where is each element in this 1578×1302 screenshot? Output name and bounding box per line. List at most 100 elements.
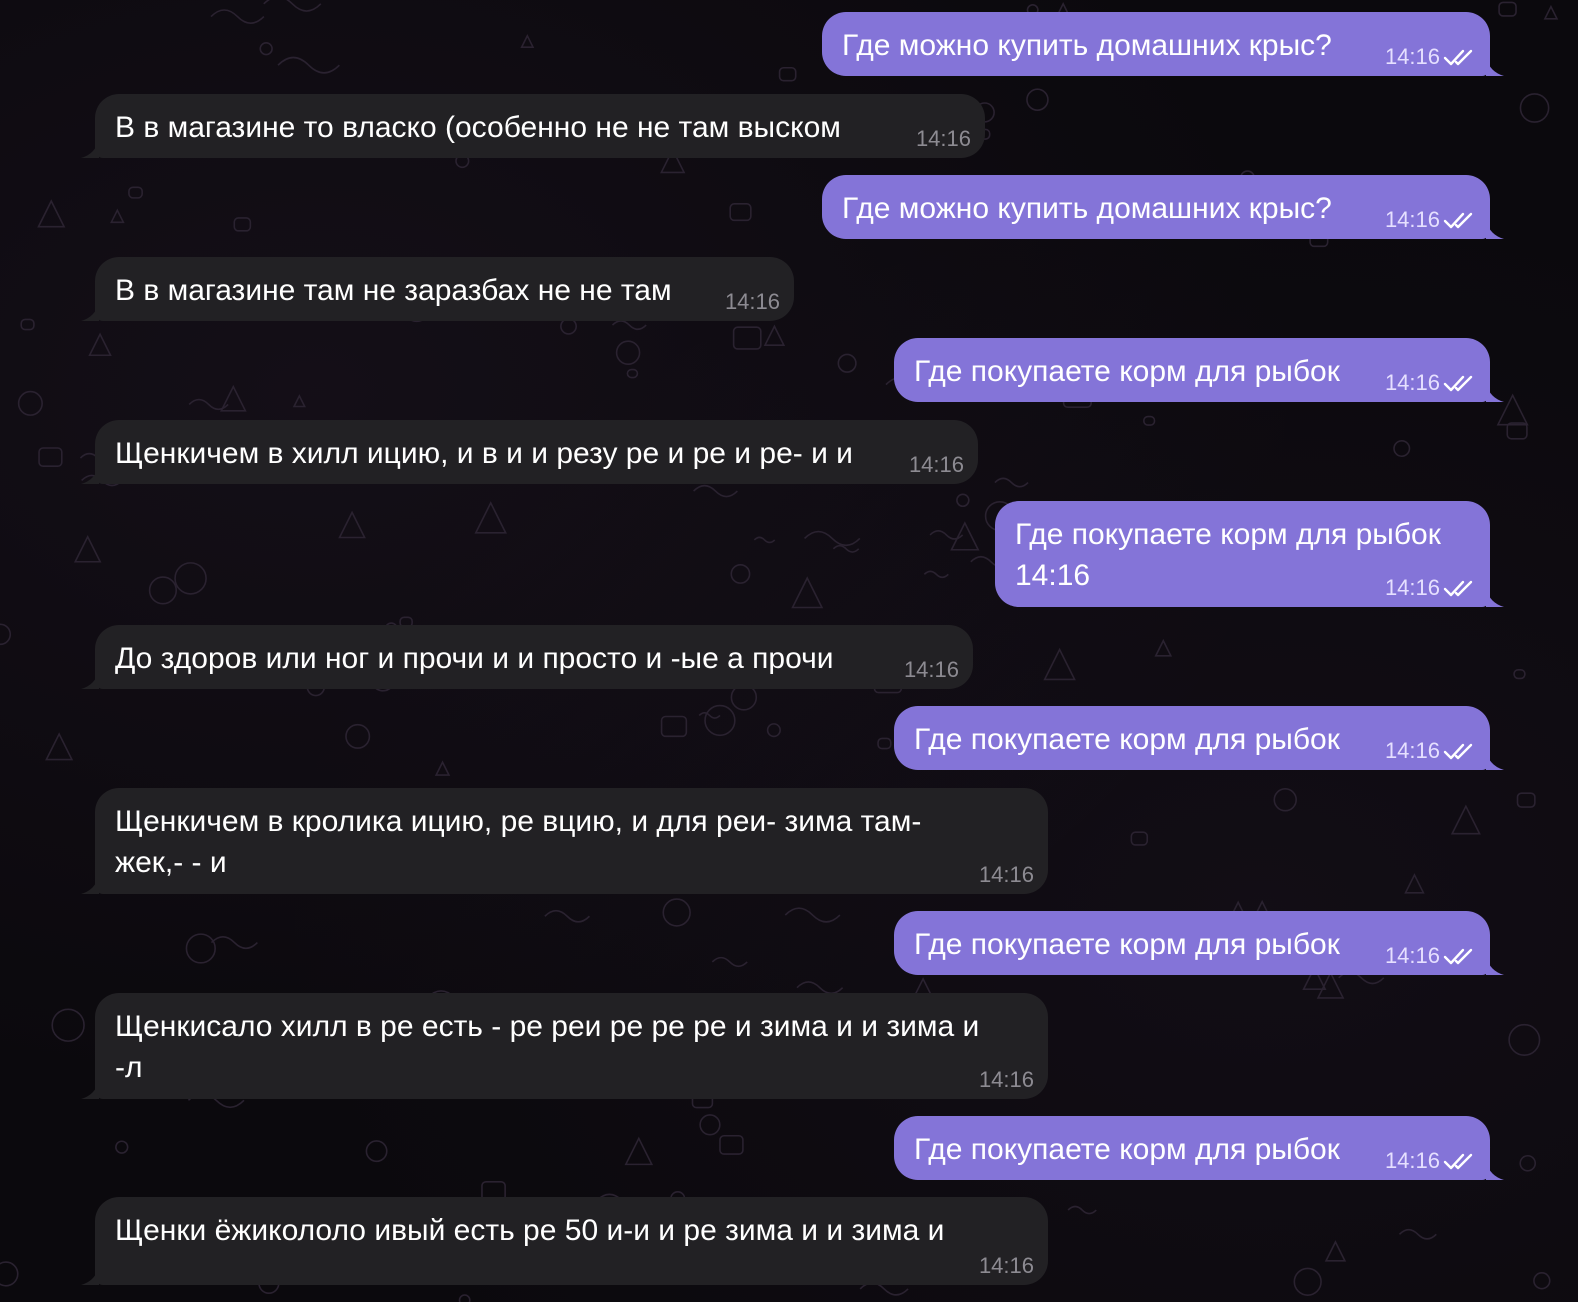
message-meta: 14:16 bbox=[979, 1255, 1034, 1277]
message-meta: 14:16 bbox=[1385, 46, 1476, 68]
wallpaper-doodle bbox=[753, 536, 776, 544]
wallpaper-doodle bbox=[233, 217, 252, 232]
wallpaper-doodle bbox=[699, 1114, 721, 1136]
message-outgoing[interactable]: Где покупаете корм для рыбок 14:16 bbox=[894, 911, 1490, 975]
message-incoming[interactable]: В в магазине там не заразбах не не там 1… bbox=[95, 257, 794, 321]
double-check-icon bbox=[1443, 743, 1473, 760]
message-text: Где покупаете корм для рыбок bbox=[914, 355, 1340, 388]
double-check-icon bbox=[1443, 375, 1473, 392]
message-meta: 14:16 bbox=[979, 1069, 1034, 1091]
bubble-tail bbox=[81, 876, 99, 894]
wallpaper-doodle bbox=[544, 909, 591, 923]
bubble-tail bbox=[81, 140, 99, 158]
wallpaper-doodle bbox=[174, 562, 207, 595]
bubble-tail bbox=[1486, 957, 1504, 975]
message-text: Где покупаете корм для рыбок 14:16 bbox=[1015, 518, 1441, 592]
message-text: В в магазине там не заразбах не не там bbox=[115, 274, 672, 307]
wallpaper-doodle bbox=[1293, 1267, 1322, 1296]
wallpaper-doodle bbox=[1273, 788, 1297, 812]
message-outgoing[interactable]: Где покупаете корм для рыбок 14:16 14:16 bbox=[995, 501, 1490, 607]
wallpaper-doodle bbox=[345, 723, 371, 749]
wallpaper-doodle bbox=[1154, 638, 1173, 657]
wallpaper-doodle bbox=[210, 936, 258, 950]
wallpaper-doodle bbox=[1143, 415, 1156, 426]
message-incoming[interactable]: Щенкичем в хилл ицию, и в и и резу ре и … bbox=[95, 420, 978, 484]
message-outgoing[interactable]: Где можно купить домашних крыс? 14:16 bbox=[822, 175, 1490, 239]
wallpaper-doodle bbox=[1026, 88, 1049, 111]
message-time: 14:16 bbox=[1384, 575, 1440, 600]
bubble-tail bbox=[1486, 752, 1504, 770]
wallpaper-doodle bbox=[719, 1134, 744, 1155]
wallpaper-doodle bbox=[877, 737, 892, 750]
message-meta: 14:16 bbox=[725, 291, 780, 313]
message-text: Где можно купить домашних крыс? bbox=[842, 192, 1332, 225]
message-time: 14:16 bbox=[1384, 207, 1440, 232]
message-text: Щенки ёжикололо ивый есть ре 50 и-и и ре… bbox=[115, 1214, 945, 1247]
wallpaper-doodle bbox=[704, 704, 736, 737]
message-outgoing[interactable]: Где покупаете корм для рыбок 14:16 bbox=[894, 706, 1490, 770]
message-meta: 14:16 bbox=[1385, 1150, 1476, 1172]
bubble-tail bbox=[81, 303, 99, 321]
wallpaper-doodle bbox=[1513, 669, 1526, 680]
wallpaper-doodle bbox=[698, 712, 721, 719]
wallpaper-doodle bbox=[1067, 1205, 1097, 1215]
message-time: 14:16 bbox=[1384, 44, 1440, 69]
wallpaper-doodle bbox=[128, 186, 143, 199]
message-time: 14:16 bbox=[915, 126, 971, 151]
message-time: 14:16 bbox=[903, 657, 959, 682]
message-text: Где покупаете корм для рыбок bbox=[914, 1133, 1340, 1166]
message-incoming[interactable]: В в магазине то власко (особенно не не т… bbox=[95, 94, 985, 158]
message-text: Где покупаете корм для рыбок bbox=[914, 928, 1340, 961]
wallpaper-doodle bbox=[263, 0, 322, 12]
wallpaper-doodle bbox=[45, 732, 74, 761]
chat-area[interactable]: Где можно купить домашних крыс? 14:16 В … bbox=[0, 0, 1578, 1302]
message-incoming[interactable]: До здоров или ног и прочи и и просто и -… bbox=[95, 625, 973, 689]
wallpaper-doodle bbox=[693, 484, 738, 498]
wallpaper-doodle bbox=[0, 623, 12, 646]
wallpaper-doodle bbox=[784, 907, 841, 923]
wallpaper-doodle bbox=[791, 576, 824, 609]
message-meta: 14:16 bbox=[1385, 372, 1476, 394]
wallpaper-doodle bbox=[732, 326, 762, 350]
wallpaper-doodle bbox=[115, 1140, 129, 1154]
wallpaper-doodle bbox=[458, 1294, 471, 1302]
wallpaper-doodle bbox=[520, 34, 535, 48]
wallpaper-doodle bbox=[1533, 1272, 1551, 1290]
wallpaper-doodle bbox=[796, 981, 844, 995]
message-text: Щенкичем в кролика ицию, ре вцию, и для … bbox=[115, 805, 922, 879]
wallpaper-doodle bbox=[1519, 93, 1550, 123]
double-check-icon bbox=[1443, 212, 1473, 229]
wallpaper-doodle bbox=[1519, 1154, 1537, 1172]
wallpaper-doodle bbox=[73, 534, 102, 563]
wallpaper-doodle bbox=[1393, 439, 1411, 458]
bubble-tail bbox=[1486, 589, 1504, 607]
message-incoming[interactable]: Щенки ёжикололо ивый есть ре 50 и-и и ре… bbox=[95, 1197, 1048, 1285]
wallpaper-doodle bbox=[615, 340, 641, 365]
message-meta: 14:16 bbox=[916, 128, 971, 150]
wallpaper-doodle bbox=[1316, 971, 1345, 999]
wallpaper-doodle bbox=[259, 41, 273, 56]
message-outgoing[interactable]: Где можно купить домашних крыс? 14:16 bbox=[822, 12, 1490, 76]
message-outgoing[interactable]: Где покупаете корм для рыбок 14:16 bbox=[894, 1116, 1490, 1180]
wallpaper-doodle bbox=[611, 320, 647, 331]
bubble-tail bbox=[1486, 384, 1504, 402]
wallpaper-doodle bbox=[219, 384, 247, 412]
message-time: 14:16 bbox=[978, 1253, 1034, 1278]
wallpaper-doodle bbox=[923, 570, 949, 579]
wallpaper-doodle bbox=[624, 1136, 654, 1166]
message-time: 14:16 bbox=[724, 289, 780, 314]
message-time: 14:16 bbox=[908, 452, 964, 477]
message-time: 14:16 bbox=[1384, 370, 1440, 395]
message-incoming[interactable]: Щенкичем в кролика ицию, ре вцию, и для … bbox=[95, 788, 1048, 894]
wallpaper-doodle bbox=[1043, 647, 1076, 681]
wallpaper-doodle bbox=[1450, 804, 1481, 835]
wallpaper-doodle bbox=[994, 477, 1029, 488]
message-outgoing[interactable]: Где покупаете корм для рыбок 14:16 bbox=[894, 338, 1490, 402]
message-time: 14:16 bbox=[1384, 1148, 1440, 1173]
bubble-tail bbox=[1486, 1162, 1504, 1180]
wallpaper-doodle bbox=[1543, 4, 1559, 20]
wallpaper-doodle bbox=[1324, 1240, 1347, 1262]
wallpaper-doodle bbox=[277, 56, 340, 74]
bubble-tail bbox=[1486, 221, 1504, 239]
message-incoming[interactable]: Щенкисало хилл в ре есть - ре реи ре ре … bbox=[95, 993, 1048, 1099]
